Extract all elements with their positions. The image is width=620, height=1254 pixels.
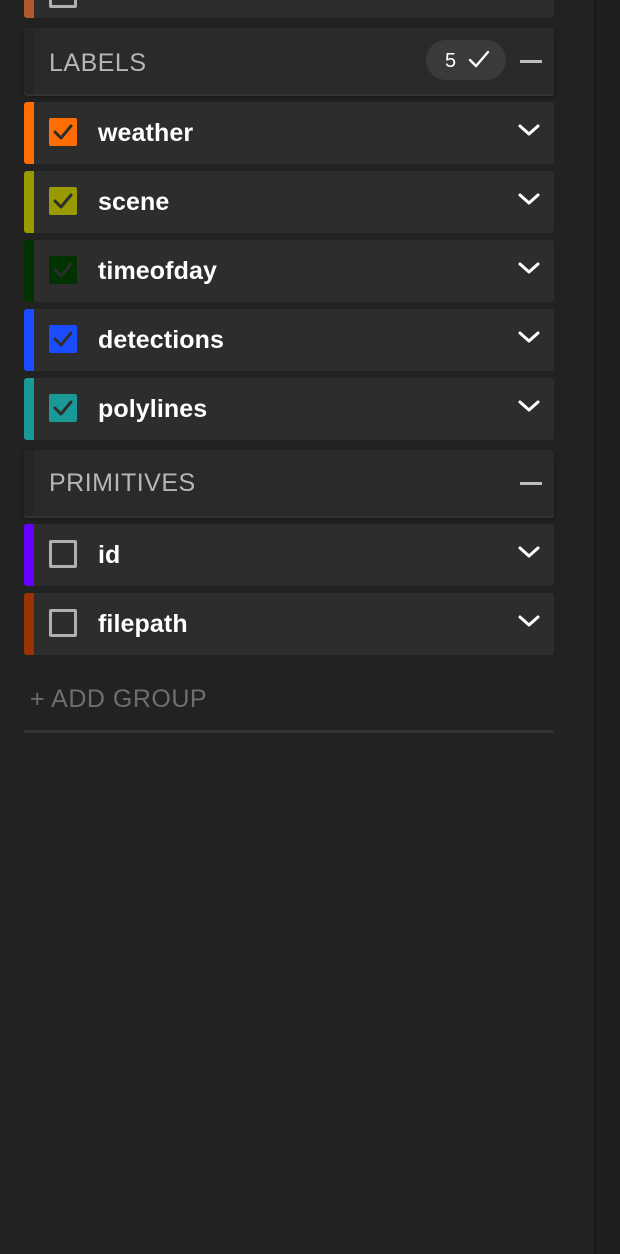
group-header-bar	[24, 450, 34, 516]
group-header-labels[interactable]: LABELS 5	[24, 28, 554, 94]
field-color-bar	[24, 102, 34, 164]
field-color-bar	[24, 171, 34, 233]
check-icon	[468, 50, 490, 68]
selected-count-badge[interactable]: 5	[426, 40, 506, 80]
field-row-timeofday[interactable]: timeofday	[24, 240, 554, 302]
check-icon	[53, 193, 73, 209]
chevron-down-icon[interactable]	[518, 329, 540, 345]
field-label: scene	[98, 188, 170, 216]
selected-count: 5	[445, 50, 457, 72]
field-color-bar	[24, 0, 34, 18]
chevron-down-icon[interactable]	[518, 260, 540, 276]
group-title: PRIMITIVES	[49, 469, 196, 497]
field-row-detections[interactable]: detections	[24, 309, 554, 371]
field-checkbox[interactable]	[49, 256, 77, 284]
field-checkbox[interactable]	[49, 187, 77, 215]
field-color-bar	[24, 524, 34, 586]
group-header-primitives[interactable]: PRIMITIVES	[24, 450, 554, 516]
chevron-down-icon[interactable]	[518, 398, 540, 414]
field-color-bar	[24, 378, 34, 440]
field-label: polylines	[98, 395, 208, 423]
chevron-down-icon[interactable]	[518, 613, 540, 629]
minus-icon[interactable]	[520, 60, 542, 63]
field-label: timeofday	[98, 257, 217, 285]
field-row-weather[interactable]: weather	[24, 102, 554, 164]
field-label: detections	[98, 326, 225, 354]
sidebar-panel: LABELS 5 weather scene timeofday detecti…	[0, 0, 620, 1254]
check-icon	[53, 400, 73, 416]
field-checkbox[interactable]	[49, 325, 77, 353]
chevron-down-icon[interactable]	[518, 122, 540, 138]
field-color-bar	[24, 593, 34, 655]
field-row-polylines[interactable]: polylines	[24, 378, 554, 440]
check-icon	[53, 124, 73, 140]
field-checkbox[interactable]	[49, 394, 77, 422]
chevron-down-icon[interactable]	[518, 544, 540, 560]
field-row-scene[interactable]: scene	[24, 171, 554, 233]
field-row-partial[interactable]	[24, 0, 554, 18]
add-group-button[interactable]: + ADD GROUP	[30, 684, 207, 714]
field-color-bar	[24, 309, 34, 371]
adjacent-pane	[596, 0, 620, 1254]
field-row-id[interactable]: id	[24, 524, 554, 586]
group-header-bar	[24, 28, 34, 94]
field-checkbox[interactable]	[49, 0, 77, 8]
field-row-filepath[interactable]: filepath	[24, 593, 554, 655]
group-title: LABELS	[49, 49, 147, 77]
field-checkbox[interactable]	[49, 540, 77, 568]
field-label: id	[98, 541, 121, 569]
minus-icon[interactable]	[520, 482, 542, 485]
field-checkbox[interactable]	[49, 609, 77, 637]
chevron-down-icon[interactable]	[518, 191, 540, 207]
field-label: filepath	[98, 610, 188, 638]
check-icon	[53, 262, 73, 278]
field-label: weather	[98, 119, 194, 147]
divider	[24, 730, 554, 733]
check-icon	[53, 331, 73, 347]
field-color-bar	[24, 240, 34, 302]
field-checkbox[interactable]	[49, 118, 77, 146]
